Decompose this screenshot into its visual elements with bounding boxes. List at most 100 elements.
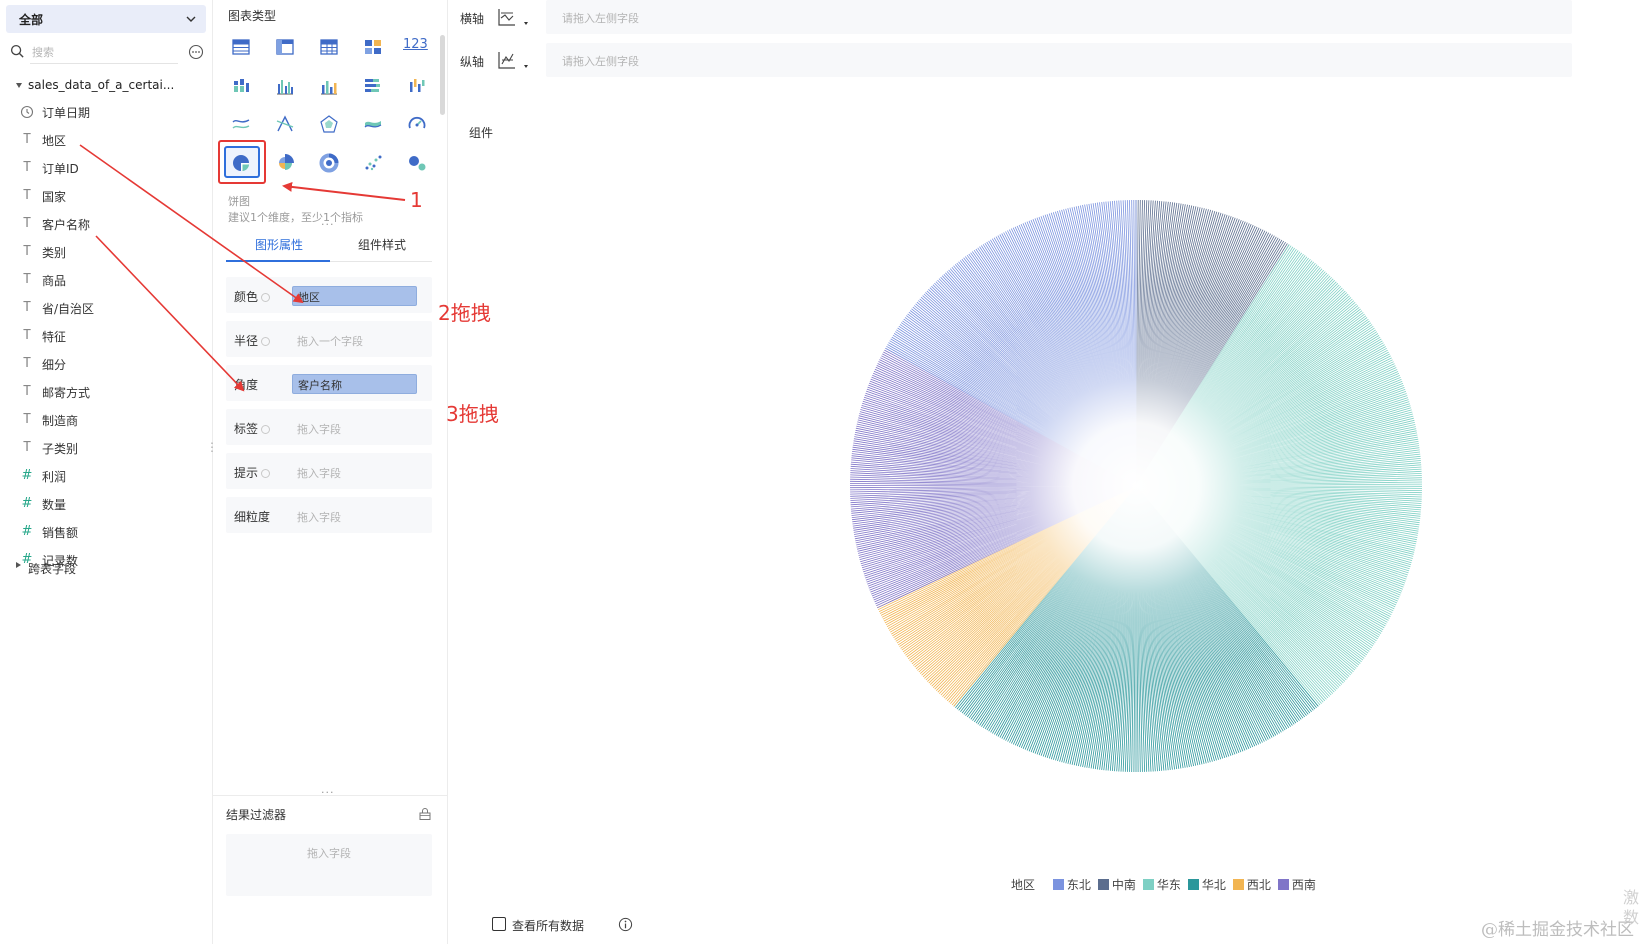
field-label: 利润 <box>42 470 67 484</box>
ring-chart-icon[interactable] <box>318 152 340 174</box>
scope-select-value: 全部 <box>19 13 44 27</box>
rose-chart-icon[interactable] <box>274 152 296 174</box>
pie-chart[interactable] <box>448 0 1640 944</box>
number-type-icon: # <box>21 524 33 539</box>
legend-label: 西南 <box>1291 878 1316 892</box>
tab-component-style[interactable]: 组件样式 <box>358 236 406 253</box>
text-type-icon: T <box>23 216 31 231</box>
tab-chart-properties[interactable]: 图形属性 <box>255 236 303 253</box>
property-row[interactable]: 细粒度 拖入字段 <box>226 497 432 533</box>
legend-item[interactable]: 西南 <box>1277 876 1316 893</box>
cross-line-icon[interactable] <box>274 113 296 135</box>
field-label: 客户名称 <box>42 218 91 232</box>
detail-table-icon[interactable] <box>318 36 340 58</box>
column-chart-icon[interactable] <box>406 75 428 97</box>
field-item[interactable]: # 数量 <box>20 495 200 515</box>
result-filter-title: 结果过滤器 <box>226 808 287 822</box>
stacked-bar-icon[interactable] <box>230 75 252 97</box>
annotation-step-3: 3拖拽 <box>446 402 499 426</box>
field-item[interactable]: T 国家 <box>20 187 200 207</box>
active-tab-indicator <box>226 260 330 262</box>
lock-icon[interactable] <box>418 807 432 821</box>
field-label: 订单日期 <box>42 106 91 120</box>
table-icon[interactable] <box>230 36 252 58</box>
legend-item[interactable]: 西北 <box>1232 876 1271 893</box>
property-field-pill[interactable]: 客户名称 <box>292 374 417 394</box>
help-icon[interactable] <box>261 469 271 478</box>
indicator-card-icon[interactable] <box>362 36 384 58</box>
property-placeholder: 拖入字段 <box>297 467 341 480</box>
grouped-bar-icon[interactable] <box>274 75 296 97</box>
legend-item[interactable]: 中南 <box>1097 876 1136 893</box>
text-type-icon: T <box>23 272 31 287</box>
view-all-data-checkbox[interactable] <box>492 917 506 931</box>
property-row[interactable]: 颜色 地区 <box>226 277 432 313</box>
field-item[interactable]: T 邮寄方式 <box>20 383 200 403</box>
field-item[interactable]: # 销售额 <box>20 523 200 543</box>
property-label-text: 标签 <box>234 422 259 436</box>
field-item[interactable]: T 特征 <box>20 327 200 347</box>
help-icon[interactable] <box>261 293 271 302</box>
help-icon[interactable] <box>261 337 271 346</box>
collapse-caret-icon <box>16 83 22 88</box>
number-type-icon: # <box>21 468 33 483</box>
legend-item[interactable]: 华东 <box>1142 876 1181 893</box>
field-item[interactable]: T 细分 <box>20 355 200 375</box>
field-item[interactable]: # 利润 <box>20 467 200 487</box>
scatter-chart-icon[interactable] <box>362 152 384 174</box>
legend-label: 中南 <box>1111 878 1136 892</box>
line-chart-icon[interactable] <box>230 113 252 135</box>
field-item[interactable]: T 子类别 <box>20 439 200 459</box>
field-item[interactable]: T 地区 <box>20 131 200 151</box>
search-input[interactable] <box>30 42 178 64</box>
legend-item[interactable]: 华北 <box>1187 876 1226 893</box>
legend-item[interactable]: 东北 <box>1052 876 1091 893</box>
chart-type-title: 图表类型 <box>228 9 277 23</box>
help-icon[interactable] <box>261 425 271 434</box>
bar-chart-icon[interactable] <box>318 75 340 97</box>
field-item[interactable]: T 制造商 <box>20 411 200 431</box>
dataset-name: sales_data_of_a_certai... <box>28 78 175 92</box>
info-icon[interactable] <box>618 917 633 932</box>
field-item[interactable]: T 订单ID <box>20 159 200 179</box>
text-type-icon: T <box>23 188 31 203</box>
search-row <box>10 42 206 64</box>
property-row[interactable]: 标签 拖入字段 <box>226 409 432 445</box>
chart-canvas: 横轴 请拖入左侧字段 纵轴 请拖入左侧字段 组件 地区 东北 中南 华东 华北 … <box>448 0 1640 944</box>
number-type-icon: # <box>21 496 33 511</box>
scope-select[interactable]: 全部 <box>6 5 206 33</box>
result-filter-section: 结果过滤器 拖入字段 <box>213 795 447 944</box>
property-row[interactable]: 提示 拖入字段 <box>226 453 432 489</box>
result-filter-dropzone[interactable]: 拖入字段 <box>226 834 432 896</box>
field-label: 商品 <box>42 274 67 288</box>
bubble-chart-icon[interactable] <box>406 152 428 174</box>
field-item[interactable]: T 省/自治区 <box>20 299 200 319</box>
text-type-icon: T <box>23 440 31 455</box>
field-item[interactable]: 订单日期 <box>20 103 200 123</box>
radar-chart-icon[interactable] <box>318 113 340 135</box>
field-item[interactable]: T 商品 <box>20 271 200 291</box>
gauge-icon[interactable] <box>406 113 428 135</box>
legend-label: 东北 <box>1066 878 1091 892</box>
field-item[interactable]: T 类别 <box>20 243 200 263</box>
area-chart-icon[interactable] <box>362 113 384 135</box>
number-card-icon[interactable]: 123 <box>403 36 428 58</box>
pie-chart-icon[interactable] <box>230 152 252 174</box>
horizontal-bar-icon[interactable] <box>362 75 384 97</box>
property-field-name: 地区 <box>298 291 320 304</box>
config-tabs: 图形属性 组件样式 <box>226 226 432 262</box>
more-options-icon[interactable] <box>188 44 204 60</box>
field-item[interactable]: T 客户名称 <box>20 215 200 235</box>
legend-swatch <box>1187 879 1199 890</box>
property-field-pill[interactable]: 地区 <box>292 286 417 306</box>
property-row[interactable]: 角度 客户名称 <box>226 365 432 401</box>
cross-table-fields[interactable]: 跨表字段 <box>12 558 192 578</box>
result-filter-placeholder: 拖入字段 <box>307 847 351 860</box>
property-label: 角度 <box>234 376 258 393</box>
dataset-node[interactable]: sales_data_of_a_certai... <box>14 78 209 96</box>
pivot-table-icon[interactable] <box>274 36 296 58</box>
field-label: 数量 <box>42 498 67 512</box>
property-row[interactable]: 半径 拖入一个字段 <box>226 321 432 357</box>
field-label: 订单ID <box>42 162 79 176</box>
chart-type-scrollbar[interactable] <box>440 35 445 115</box>
